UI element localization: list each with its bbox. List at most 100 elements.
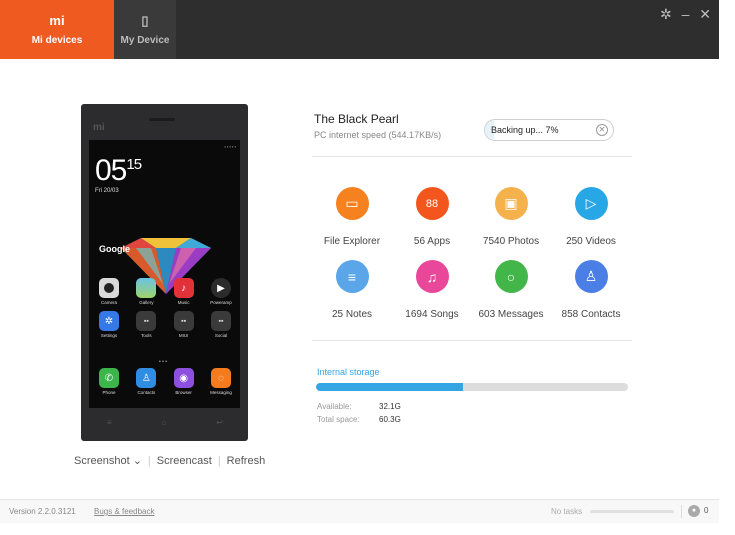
phone-actions: Screenshot ⌄ | Screencast | Refresh (74, 454, 265, 467)
phone-icon: ▯ (141, 13, 149, 28)
search-widget-label: Google (99, 244, 130, 254)
app-label: Tools (141, 333, 152, 338)
status-footer: Version 2.2.0.3121 Bugs & feedback No ta… (0, 499, 719, 523)
phone-speaker (149, 118, 175, 121)
page-indicator: • • • (159, 359, 168, 365)
app-tools[interactable]: ▪▪ Tools (132, 311, 160, 338)
contacts-button[interactable]: ♙ 858 Contacts (546, 260, 636, 320)
backup-progress: Backing up... 7% ✕ (484, 119, 614, 141)
app-browser[interactable]: ◉ Browser (170, 368, 198, 395)
file-explorer-button[interactable]: ▭ File Explorer (307, 187, 397, 247)
divider (312, 340, 632, 341)
minimize-icon[interactable]: – (682, 6, 690, 22)
notes-icon: ≡ (335, 260, 369, 293)
feature-label: 1694 Songs (405, 309, 459, 320)
total-label: Total space: (317, 415, 360, 424)
app-label: Settings (100, 333, 118, 338)
window-controls: ✲ – ✕ (654, 6, 711, 23)
clock-date: Fri 20/03 (95, 188, 119, 194)
internet-speed: PC internet speed (544.17KB/s) (314, 130, 442, 140)
lock-clock: 0515 (95, 154, 142, 188)
task-progress-bar (590, 510, 674, 513)
notes-button[interactable]: ≡ 25 Notes (307, 260, 397, 320)
device-name: The Black Pearl (314, 112, 399, 126)
messaging-icon: ◌ (210, 368, 231, 388)
app-label: Camera (100, 300, 117, 305)
app-phone[interactable]: ✆ Phone (95, 368, 123, 395)
screencast-button[interactable]: Screencast (157, 455, 212, 467)
feature-label: 25 Notes (331, 309, 373, 320)
feature-label: 250 Videos (566, 236, 616, 247)
app-social[interactable]: ▪▪ Social (207, 311, 235, 338)
tab-mi-devices[interactable]: mi Mi devices (0, 0, 114, 59)
music-icon: ♪ (173, 278, 194, 298)
songs-button[interactable]: ♫ 1694 Songs (387, 260, 477, 320)
photo-icon: ▣ (494, 187, 528, 220)
chat-bubble-icon: ○ (494, 260, 528, 293)
google-search-widget[interactable]: Google (99, 244, 229, 258)
apps-button[interactable]: 88 56 Apps (387, 187, 477, 247)
app-row: Camera Gallery ♪ Music ▶ Poweramp (95, 278, 235, 305)
available-label: Available: (317, 402, 352, 411)
storage-bar-fill (316, 383, 463, 391)
backup-status: Backing up... 7% (491, 125, 559, 135)
title-bar: mi Mi devices ▯ My Device ✲ – ✕ (0, 0, 719, 59)
app-label: Social (214, 333, 228, 338)
app-label: Poweramp (210, 300, 232, 305)
status-bar-icons: ▪ ▪ ▪ ▪ ▪ (224, 144, 236, 149)
app-music[interactable]: ♪ Music (170, 278, 198, 305)
folder-social-icon: ▪▪ (210, 311, 231, 331)
camera-icon (99, 278, 119, 298)
refresh-button[interactable]: Refresh (227, 455, 266, 467)
separator (681, 505, 682, 518)
back-key-icon: ↩ (216, 418, 223, 427)
phone-screen[interactable]: ▪ ▪ ▪ ▪ ▪ 0515 Fri 20/03 Google Camera G… (89, 140, 240, 408)
home-key-icon: ⌂ (161, 418, 167, 427)
feature-label: 7540 Photos (482, 236, 540, 247)
storage-total: Total space: 60.3G (317, 415, 401, 424)
total-value: 60.3G (379, 415, 401, 424)
feature-label: 603 Messages (478, 309, 544, 320)
person-icon: ♙ (574, 260, 608, 293)
app-gallery[interactable]: Gallery (132, 278, 160, 305)
contacts-icon: ♙ (136, 368, 157, 388)
play-icon: ▷ (574, 187, 608, 220)
phone-brand-logo: mi (93, 122, 105, 133)
menu-key-icon: ≡ (107, 418, 112, 427)
app-row: ✲ Settings ▪▪ Tools ▪▪ MIUI ▪▪ Social (95, 311, 235, 338)
app-camera[interactable]: Camera (95, 278, 123, 305)
cancel-backup-icon[interactable]: ✕ (596, 124, 608, 136)
app-dock: ✆ Phone ♙ Contacts ◉ Browser ◌ Messaging (95, 368, 235, 395)
app-label: Contacts (137, 390, 156, 395)
app-contacts[interactable]: ♙ Contacts (132, 368, 160, 395)
close-icon[interactable]: ✕ (699, 6, 711, 22)
apps-grid-icon: 88 (415, 187, 449, 220)
photos-button[interactable]: ▣ 7540 Photos (466, 187, 556, 247)
folder-miui-icon: ▪▪ (173, 311, 194, 331)
videos-button[interactable]: ▷ 250 Videos (546, 187, 636, 247)
app-messaging[interactable]: ◌ Messaging (207, 368, 235, 395)
tab-label: My Device (120, 35, 170, 46)
app-label: Music (177, 300, 190, 305)
phone-preview: mi ▪ ▪ ▪ ▪ ▪ 0515 Fri 20/03 Google Camer… (81, 104, 248, 441)
phone-nav-keys: ≡ ⌂ ↩ (107, 418, 223, 427)
messages-button[interactable]: ○ 603 Messages (466, 260, 556, 320)
task-queue-icon[interactable]: ● (688, 505, 700, 517)
settings-icon[interactable]: ✲ (660, 6, 672, 22)
phone-call-icon: ✆ (99, 368, 119, 388)
app-grid: Camera Gallery ♪ Music ▶ Poweramp ✲ Setting… (95, 278, 235, 344)
music-note-icon: ♫ (415, 260, 449, 293)
storage-available: Available: 32.1G (317, 402, 401, 411)
version-label: Version 2.2.0.3121 (9, 507, 76, 516)
app-poweramp[interactable]: ▶ Poweramp (207, 278, 235, 305)
app-miui[interactable]: ▪▪ MIUI (170, 311, 198, 338)
poweramp-icon: ▶ (210, 278, 231, 298)
window-edge (719, 0, 735, 535)
tab-my-device[interactable]: ▯ My Device (114, 0, 176, 59)
bugs-feedback-link[interactable]: Bugs & feedback (94, 507, 154, 516)
app-settings[interactable]: ✲ Settings (95, 311, 123, 338)
app-label: Messaging (210, 390, 232, 395)
screenshot-button[interactable]: Screenshot ⌄ (74, 455, 142, 467)
mi-logo-icon: mi (49, 13, 65, 28)
storage-bar (316, 383, 628, 391)
